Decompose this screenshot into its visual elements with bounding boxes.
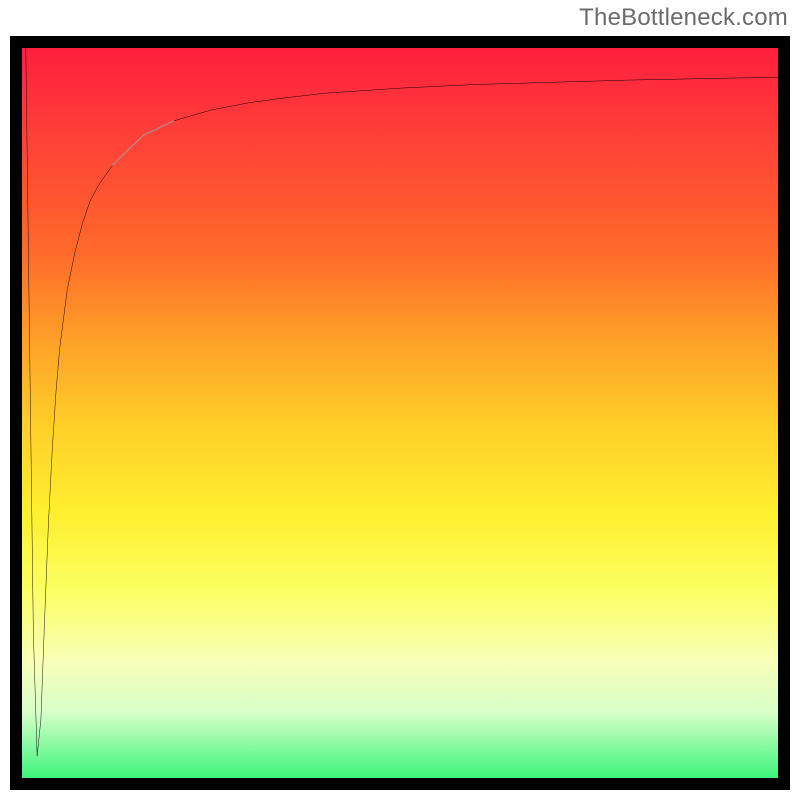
curve-svg xyxy=(22,48,778,778)
chart-frame: TheBottleneck.com xyxy=(0,0,800,800)
bottleneck-curve-line xyxy=(26,48,778,756)
plot-border xyxy=(10,36,790,790)
plot-gradient-area xyxy=(22,48,778,778)
watermark-text: TheBottleneck.com xyxy=(579,4,788,32)
curve-highlight-segment xyxy=(113,121,173,165)
